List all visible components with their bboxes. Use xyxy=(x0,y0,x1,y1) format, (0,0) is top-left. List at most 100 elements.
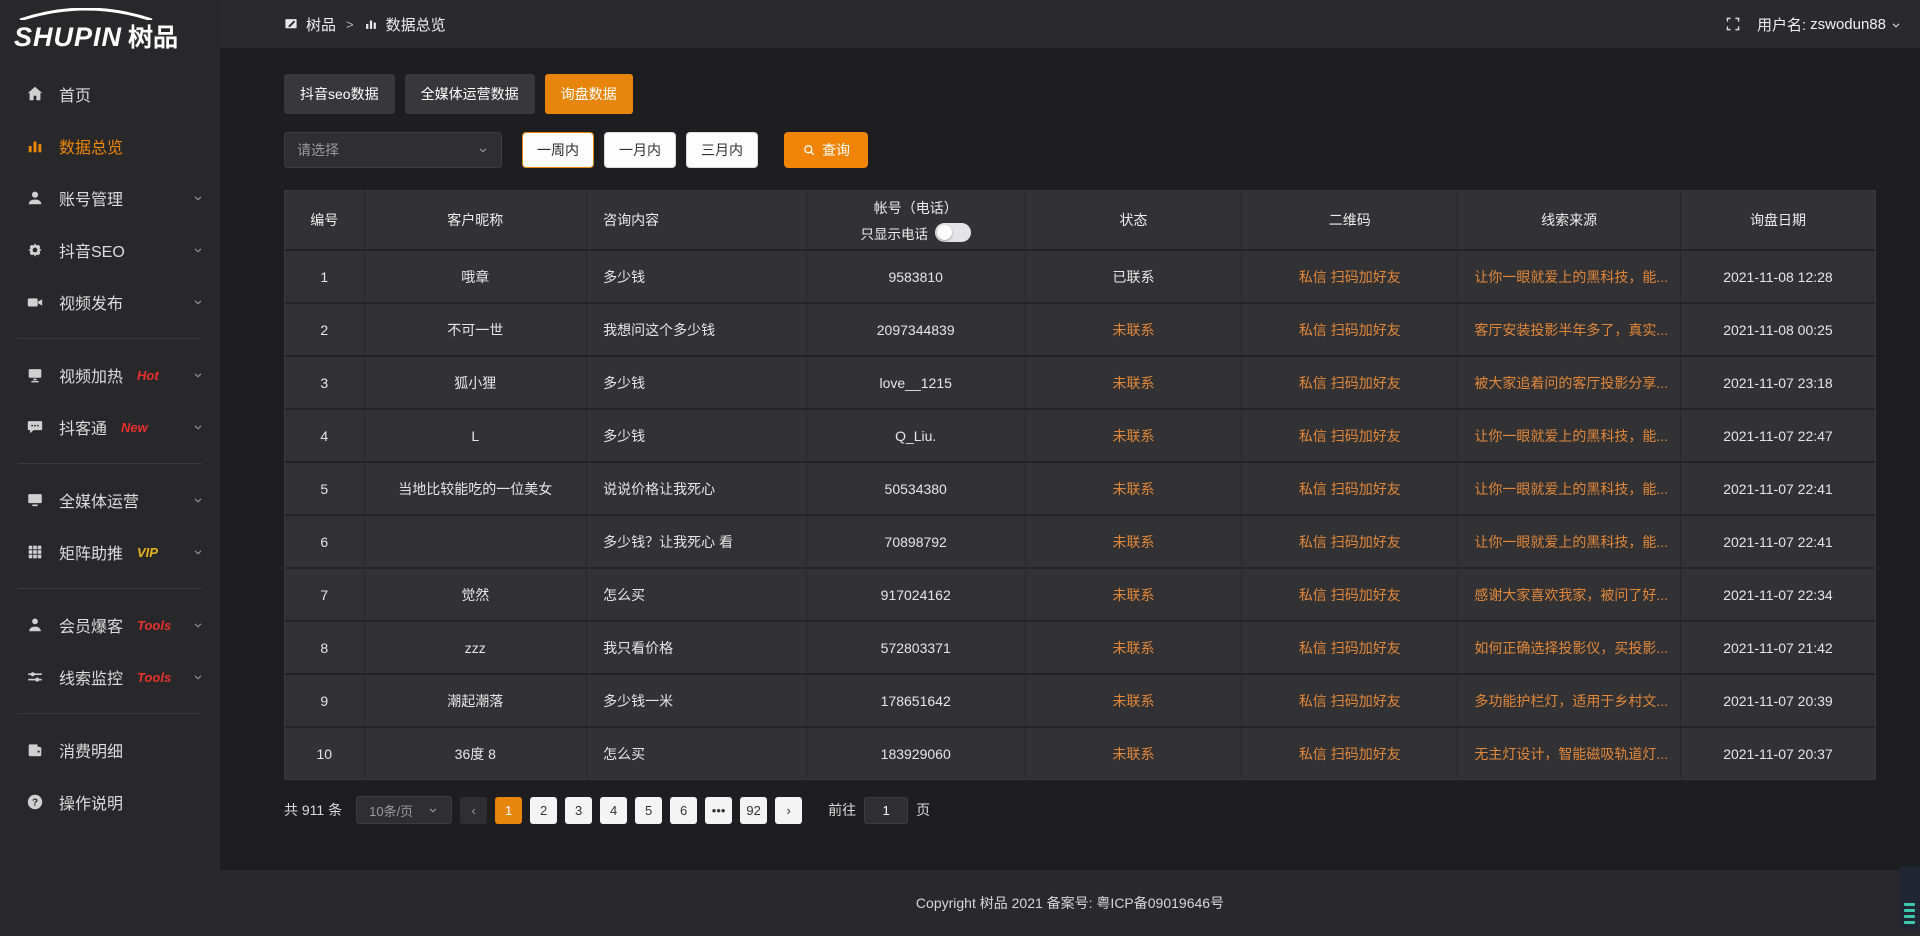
sidebar-item-member-baoke[interactable]: 会员爆客 Tools xyxy=(0,599,220,651)
cell-date: 2021-11-07 23:18 xyxy=(1681,357,1875,408)
cell-status: 未联系 xyxy=(1026,728,1242,779)
data-tab-button[interactable]: 全媒体运营数据 xyxy=(405,74,535,114)
next-page-button[interactable]: › xyxy=(775,797,802,824)
table-row: 3 狐小狸 多少钱 love__1215 未联系 私信 扫码加好友 被大家追着问… xyxy=(285,357,1875,410)
cell-source-link[interactable]: 客厅安装投影半年多了，真实... xyxy=(1458,304,1681,355)
cell-qrcode-link[interactable]: 私信 扫码加好友 xyxy=(1242,251,1458,302)
person-icon xyxy=(26,616,44,634)
col-header-content: 咨询内容 xyxy=(587,191,806,249)
sidebar-item-consumption-detail[interactable]: 消费明细 xyxy=(0,724,220,776)
video-camera-icon xyxy=(26,293,44,311)
sidebar-item-douyin-seo[interactable]: 抖音SEO xyxy=(0,224,220,276)
page-number-button[interactable]: 2 xyxy=(530,797,557,824)
cell-nickname: 不可一世 xyxy=(365,304,588,355)
username-value: zswodun88 xyxy=(1810,16,1886,33)
fullscreen-icon[interactable] xyxy=(1725,16,1741,32)
cell-qrcode-link[interactable]: 私信 扫码加好友 xyxy=(1242,463,1458,514)
cell-qrcode-link[interactable]: 私信 扫码加好友 xyxy=(1242,357,1458,408)
monitor-heat-icon xyxy=(26,366,44,384)
period-button[interactable]: 一周内 xyxy=(522,132,594,168)
sidebar-item-video-publish[interactable]: 视频发布 xyxy=(0,276,220,328)
cell-nickname: 36度 8 xyxy=(365,728,588,779)
cell-source-link[interactable]: 让你一眼就爱上的黑科技，能... xyxy=(1458,410,1681,461)
cell-nickname: 觉然 xyxy=(365,569,588,620)
cell-date: 2021-11-07 22:47 xyxy=(1681,410,1875,461)
cell-date: 2021-11-08 12:28 xyxy=(1681,251,1875,302)
sidebar-item-matrix-boost[interactable]: 矩阵助推 VIP xyxy=(0,526,220,578)
page-size-select[interactable]: 10条/页 xyxy=(356,796,452,824)
cell-account: 183929060 xyxy=(807,728,1026,779)
breadcrumb-current: 数据总览 xyxy=(386,14,446,35)
filter-select[interactable]: 请选择 xyxy=(284,132,502,168)
page-number-button[interactable]: 6 xyxy=(670,797,697,824)
sidebar-divider xyxy=(18,463,202,464)
cell-source-link[interactable]: 让你一眼就爱上的黑科技，能... xyxy=(1458,251,1681,302)
cell-date: 2021-11-07 22:41 xyxy=(1681,463,1875,514)
cell-id: 5 xyxy=(285,463,365,514)
page-number-button[interactable]: 92 xyxy=(740,797,767,824)
cell-qrcode-link[interactable]: 私信 扫码加好友 xyxy=(1242,516,1458,567)
cell-source-link[interactable]: 感谢大家喜欢我家，被问了好... xyxy=(1458,569,1681,620)
cell-account: Q_Liu. xyxy=(807,410,1026,461)
cell-qrcode-link[interactable]: 私信 扫码加好友 xyxy=(1242,675,1458,726)
goto-page-input[interactable] xyxy=(864,797,908,824)
sidebar-item-instructions[interactable]: ? 操作说明 xyxy=(0,776,220,828)
col-header-nickname: 客户昵称 xyxy=(365,191,588,249)
period-button[interactable]: 一月内 xyxy=(604,132,676,168)
sidebar-item-data-overview[interactable]: 数据总览 xyxy=(0,120,220,172)
goto-label: 前往 xyxy=(828,800,856,820)
phone-only-toggle[interactable] xyxy=(935,223,971,242)
page-number-button[interactable]: 5 xyxy=(635,797,662,824)
cell-nickname: zzz xyxy=(365,622,588,673)
col-header-status: 状态 xyxy=(1026,191,1242,249)
cell-status: 未联系 xyxy=(1026,622,1242,673)
floating-service-widget[interactable] xyxy=(1899,866,1920,930)
data-tab-button[interactable]: 询盘数据 xyxy=(545,74,633,114)
page-buttons: 1 2 3 4 5 6 ••• 92 xyxy=(495,797,767,824)
cell-date: 2021-11-07 20:37 xyxy=(1681,728,1875,779)
cell-qrcode-link[interactable]: 私信 扫码加好友 xyxy=(1242,304,1458,355)
page-number-button[interactable]: 4 xyxy=(600,797,627,824)
user-menu[interactable]: 用户名: zswodun88 xyxy=(1757,14,1902,35)
cell-content: 怎么买 xyxy=(587,569,806,620)
sidebar-item-video-heat[interactable]: 视频加热 Hot xyxy=(0,349,220,401)
col-header-account: 帐号（电话） 只显示电话 xyxy=(807,191,1026,249)
total-count: 共 911 条 xyxy=(284,800,342,820)
sidebar-item-home[interactable]: 首页 xyxy=(0,68,220,120)
cell-source-link[interactable]: 多功能护栏灯，适用于乡村文... xyxy=(1458,675,1681,726)
cell-source-link[interactable]: 让你一眼就爱上的黑科技，能... xyxy=(1458,463,1681,514)
cell-qrcode-link[interactable]: 私信 扫码加好友 xyxy=(1242,410,1458,461)
page-number-button[interactable]: ••• xyxy=(705,797,732,824)
breadcrumb-root[interactable]: 树品 xyxy=(306,14,336,35)
sidebar-item-omnimedia[interactable]: 全媒体运营 xyxy=(0,474,220,526)
data-tab-button[interactable]: 抖音seo数据 xyxy=(284,74,395,114)
footer: Copyright 树品 2021 备案号: 粤ICP备09019646号 xyxy=(220,870,1920,936)
grid-icon xyxy=(26,543,44,561)
cell-source-link[interactable]: 无主灯设计，智能磁吸轨道灯... xyxy=(1458,728,1681,779)
cell-qrcode-link[interactable]: 私信 扫码加好友 xyxy=(1242,728,1458,779)
cell-source-link[interactable]: 如何正确选择投影仪，买投影... xyxy=(1458,622,1681,673)
page-number-button[interactable]: 3 xyxy=(565,797,592,824)
cell-qrcode-link[interactable]: 私信 扫码加好友 xyxy=(1242,569,1458,620)
sidebar-item-lead-monitor[interactable]: 线索监控 Tools xyxy=(0,651,220,703)
sidebar-item-doketong[interactable]: 抖客通 New xyxy=(0,401,220,453)
cell-nickname xyxy=(365,516,588,567)
search-button[interactable]: 查询 xyxy=(784,132,868,168)
brand-logo: SHUPIN 树品 xyxy=(0,0,220,60)
period-button[interactable]: 三月内 xyxy=(686,132,758,168)
cell-content: 我想问这个多少钱 xyxy=(587,304,806,355)
cell-status: 未联系 xyxy=(1026,516,1242,567)
prev-page-button[interactable]: ‹ xyxy=(460,797,487,824)
cell-source-link[interactable]: 被大家追着问的客厅投影分享... xyxy=(1458,357,1681,408)
new-badge: New xyxy=(121,420,148,435)
inquiry-table: 编号 客户昵称 咨询内容 帐号（电话） 只显示电话 xyxy=(284,190,1876,780)
table-row: 9 潮起潮落 多少钱一米 178651642 未联系 私信 扫码加好友 多功能护… xyxy=(285,675,1875,728)
cell-id: 8 xyxy=(285,622,365,673)
vip-badge: VIP xyxy=(137,545,158,560)
cell-source-link[interactable]: 让你一眼就爱上的黑科技，能... xyxy=(1458,516,1681,567)
cell-qrcode-link[interactable]: 私信 扫码加好友 xyxy=(1242,622,1458,673)
cell-content: 说说价格让我死心 xyxy=(587,463,806,514)
table-row: 10 36度 8 怎么买 183929060 未联系 私信 扫码加好友 无主灯设… xyxy=(285,728,1875,779)
sidebar-item-account-mgmt[interactable]: 账号管理 xyxy=(0,172,220,224)
page-number-button[interactable]: 1 xyxy=(495,797,522,824)
